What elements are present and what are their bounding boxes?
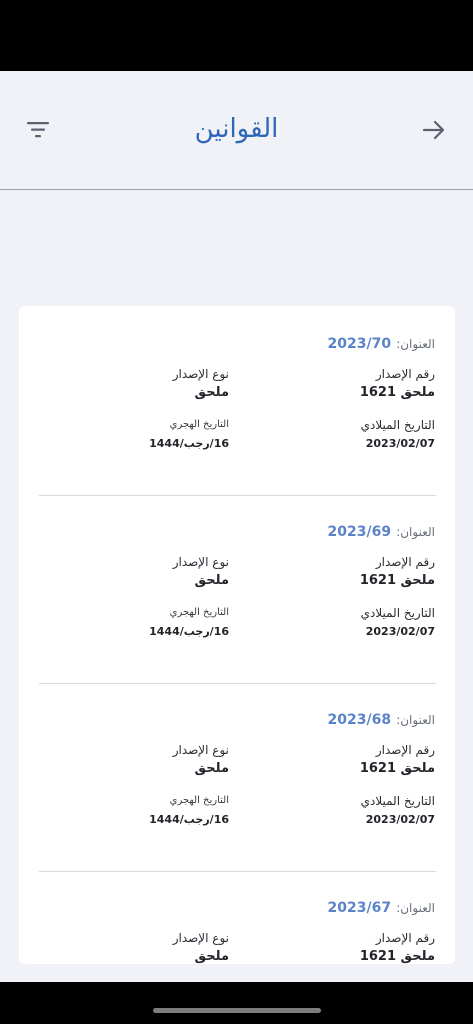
title-label: العنوان: (396, 337, 435, 351)
entry-title: العنوان: 2023/69 (328, 521, 435, 540)
laws-list: العنوان: 2023/70 رقم الإصدار ملحق 1621 ن… (19, 306, 455, 964)
back-button[interactable] (414, 111, 454, 149)
issue-number-field: رقم الإصدار ملحق 1621 (360, 742, 435, 779)
issue-type-label: نوع الإصدار (172, 555, 229, 569)
hijri-date-field: التاريخ الهجري 16/رجب/1444 (149, 793, 229, 830)
title-label: العنوان: (396, 713, 435, 727)
issue-number-label: رقم الإصدار (375, 555, 435, 569)
hijri-date-label: التاريخ الهجري (169, 419, 229, 430)
issue-type-label: نوع الإصدار (172, 931, 229, 945)
home-indicator[interactable] (153, 1008, 321, 1013)
entry-title: العنوان: 2023/70 (328, 333, 435, 352)
title-label: العنوان: (396, 525, 435, 539)
list-item[interactable]: العنوان: 2023/70 رقم الإصدار ملحق 1621 ن… (19, 306, 455, 496)
issue-type-field: نوع الإصدار ملحق (173, 366, 229, 403)
gregorian-date-value: 2023/02/07 (365, 625, 435, 638)
issue-type-field: نوع الإصدار ملحق (173, 930, 229, 964)
issue-type-field: نوع الإصدار ملحق (173, 554, 229, 591)
issue-number-label: رقم الإصدار (375, 367, 435, 381)
gregorian-date-value: 2023/02/07 (365, 437, 435, 450)
title-value: 2023/67 (327, 900, 392, 916)
issue-number-field: رقم الإصدار ملحق 1621 (360, 554, 435, 591)
list-item[interactable]: العنوان: 2023/68 رقم الإصدار ملحق 1621 ن… (19, 682, 455, 872)
list-item[interactable]: العنوان: 2023/67 رقم الإصدار ملحق 1621 ن… (19, 870, 455, 964)
issue-number-value: ملحق 1621 (359, 949, 435, 964)
list-item[interactable]: العنوان: 2023/69 رقم الإصدار ملحق 1621 ن… (19, 494, 455, 684)
bottom-bar (0, 982, 473, 1024)
issue-number-field: رقم الإصدار ملحق 1621 (360, 366, 435, 403)
title-value: 2023/68 (327, 712, 392, 728)
gregorian-date-label: التاريخ الميلادي (360, 606, 435, 620)
gregorian-date-field: التاريخ الميلادي 2023/02/07 (361, 605, 435, 642)
app-header: القوانين (0, 71, 473, 190)
hijri-date-label: التاريخ الهجري (169, 795, 229, 806)
entry-title: العنوان: 2023/67 (328, 897, 435, 916)
issue-number-value: ملحق 1621 (359, 573, 435, 588)
title-value: 2023/69 (327, 524, 392, 540)
hijri-date-field: التاريخ الهجري 16/رجب/1444 (149, 417, 229, 454)
issue-number-field: رقم الإصدار ملحق 1621 (360, 930, 435, 964)
hijri-date-label: التاريخ الهجري (169, 607, 229, 618)
issue-number-label: رقم الإصدار (375, 743, 435, 757)
gregorian-date-label: التاريخ الميلادي (360, 418, 435, 432)
issue-type-value: ملحق (194, 761, 229, 776)
title-value: 2023/70 (327, 336, 392, 352)
arrow-right-icon (422, 120, 445, 140)
issue-type-value: ملحق (194, 949, 229, 964)
title-label: العنوان: (396, 901, 435, 915)
gregorian-date-field: التاريخ الميلادي 2023/02/07 (361, 417, 435, 454)
gregorian-date-field: التاريخ الميلادي 2023/02/07 (361, 793, 435, 830)
issue-type-field: نوع الإصدار ملحق (173, 742, 229, 779)
issue-type-label: نوع الإصدار (172, 743, 229, 757)
gregorian-date-value: 2023/02/07 (365, 813, 435, 826)
issue-number-value: ملحق 1621 (359, 385, 435, 400)
page-title: القوانين (194, 114, 279, 144)
issue-type-value: ملحق (194, 385, 229, 400)
gregorian-date-label: التاريخ الميلادي (360, 794, 435, 808)
issue-number-value: ملحق 1621 (359, 761, 435, 776)
issue-type-value: ملحق (194, 573, 229, 588)
entry-title: العنوان: 2023/68 (328, 709, 435, 728)
hijri-date-value: 16/رجب/1444 (149, 437, 229, 450)
hijri-date-value: 16/رجب/1444 (149, 813, 229, 826)
issue-type-label: نوع الإصدار (172, 367, 229, 381)
hijri-date-field: التاريخ الهجري 16/رجب/1444 (149, 605, 229, 642)
issue-number-label: رقم الإصدار (375, 931, 435, 945)
status-bar (0, 0, 473, 71)
hijri-date-value: 16/رجب/1444 (149, 625, 229, 638)
